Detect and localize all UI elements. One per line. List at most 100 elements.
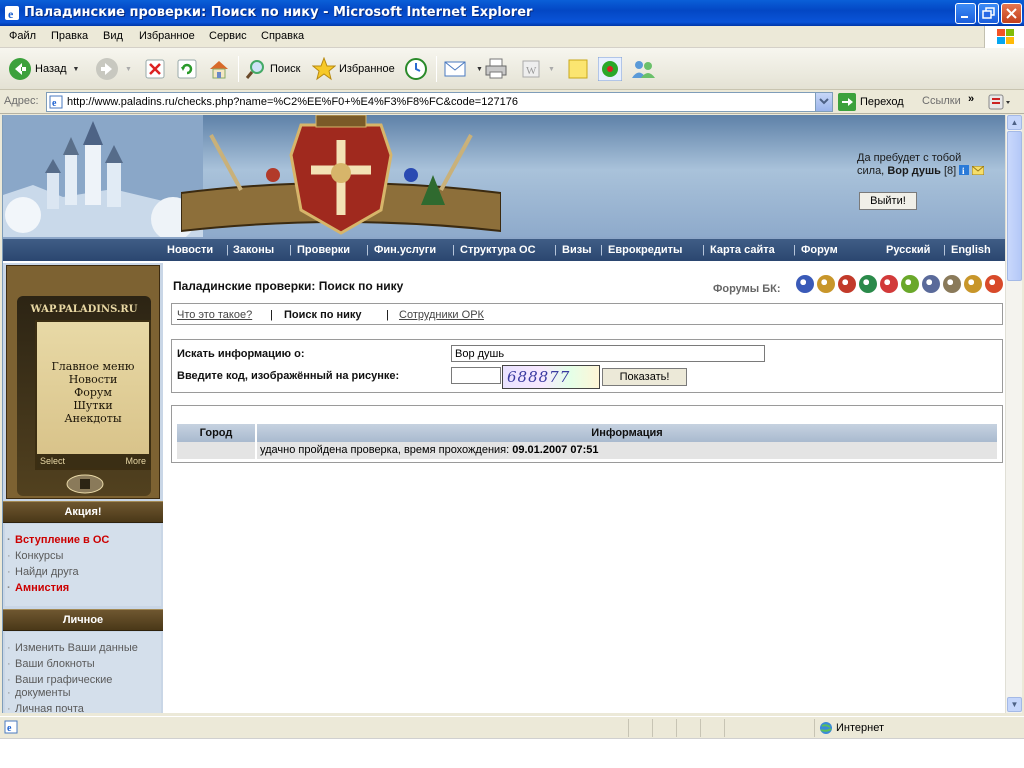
go-button[interactable]: Переход (838, 92, 904, 112)
history-button[interactable] (404, 54, 428, 84)
wap-item: Анекдоты (64, 412, 122, 425)
lang-english[interactable]: English (951, 244, 991, 256)
promo-link-contests[interactable]: Конкурсы (7, 550, 64, 562)
address-url: http://www.paladins.ru/checks.php?name=%… (67, 96, 518, 108)
promo-link-join[interactable]: Вступление в ОС (7, 534, 109, 546)
discuss-button[interactable] (567, 54, 589, 84)
personal-section: Изменить Ваши данные Ваши блокноты Ваши … (5, 632, 161, 713)
forums-bk-label: Форумы БК: (713, 283, 781, 295)
clan-forum-icon[interactable] (859, 275, 877, 293)
greeting: Да пребудет с тобой сила, Вор душь [8] i (857, 152, 985, 178)
menu-file[interactable]: Файл (9, 30, 36, 42)
page-title: Паладинские проверки: Поиск по нику (173, 279, 404, 293)
address-input[interactable]: e http://www.paladins.ru/checks.php?name… (46, 92, 833, 112)
castle-illustration (3, 115, 203, 237)
title-bar: e Паладинские проверки: Поиск по нику - … (0, 0, 1024, 26)
column-header-city: Город (177, 424, 255, 442)
icq-button[interactable] (598, 54, 622, 84)
links-label[interactable]: Ссылки (922, 95, 961, 107)
maximize-button[interactable] (978, 3, 999, 24)
paladin-order-emblem (181, 115, 501, 235)
print-button[interactable] (484, 54, 508, 84)
favorites-button[interactable]: Избранное (312, 54, 395, 84)
close-button[interactable] (1001, 3, 1022, 24)
messenger-button[interactable] (630, 54, 656, 84)
result-info-cell: удачно пройдена проверка, время прохожде… (257, 442, 997, 459)
printer-icon (485, 58, 507, 79)
toolbar-extension-icon[interactable] (988, 93, 1012, 111)
promo-section: Вступление в ОС Конкурсы Найди друга Амн… (5, 524, 161, 606)
nav-news[interactable]: Новости (167, 244, 213, 256)
nick-input[interactable] (451, 345, 765, 362)
address-dropdown-button[interactable] (815, 93, 832, 111)
menu-view[interactable]: Вид (103, 30, 123, 42)
captcha-code-input[interactable] (451, 367, 501, 384)
wap-select-label: Select (40, 456, 66, 466)
nav-laws[interactable]: Законы (233, 244, 274, 256)
back-arrow-icon (9, 58, 31, 80)
stop-icon (145, 59, 165, 79)
menu-favorites[interactable]: Избранное (139, 30, 195, 42)
scroll-up-arrow-icon[interactable]: ▲ (1007, 115, 1022, 130)
wap-phone-banner[interactable]: WAP.PALADINS.RU Главное меню Новости Фор… (6, 265, 160, 499)
nav-finance[interactable]: Фин.услуги (374, 244, 436, 256)
menu-edit[interactable]: Правка (51, 30, 88, 42)
personal-link-edit-data[interactable]: Изменить Ваши данные (7, 642, 138, 654)
scroll-down-arrow-icon[interactable]: ▼ (1007, 697, 1022, 712)
personal-link-graphics[interactable]: Ваши графические (7, 674, 112, 686)
clan-forum-icon[interactable] (880, 275, 898, 293)
minimize-button[interactable] (955, 3, 976, 24)
toolbar: Назад ▼ ▼ Поиск Избранное ▼ W ▼ (0, 48, 1024, 90)
wap-item: Главное меню (51, 360, 135, 373)
nav-structure[interactable]: Структура ОС (460, 244, 536, 256)
promo-link-find-friend[interactable]: Найди друга (7, 566, 79, 578)
clan-forum-icon[interactable] (901, 275, 919, 293)
tab-what-is-this[interactable]: Что это такое? (177, 309, 252, 321)
edit-button[interactable]: W ▼ (522, 54, 555, 84)
chevron-right-icon[interactable]: » (968, 93, 974, 105)
show-button[interactable]: Показать! (602, 368, 687, 386)
stop-button[interactable] (145, 54, 165, 84)
refresh-button[interactable] (177, 54, 197, 84)
promo-link-amnesty[interactable]: Амнистия (7, 582, 69, 594)
nav-forum[interactable]: Форум (801, 244, 838, 256)
go-arrow-icon (838, 93, 856, 111)
vertical-scrollbar[interactable]: ▲ ▼ (1005, 115, 1022, 713)
info-icon[interactable]: i (959, 165, 970, 176)
menu-help[interactable]: Справка (261, 30, 304, 42)
nav-checks[interactable]: Проверки (297, 244, 350, 256)
home-button[interactable] (207, 54, 231, 84)
forward-button[interactable]: ▼ (95, 54, 132, 84)
clan-forum-icon[interactable] (964, 275, 982, 293)
search-button[interactable]: Поиск (245, 54, 300, 84)
scrollbar-thumb[interactable] (1007, 131, 1022, 281)
result-time: 09.01.2007 07:51 (512, 444, 599, 456)
clan-forum-icon[interactable] (922, 275, 940, 293)
personal-link-mail[interactable]: Личная почта (7, 703, 84, 713)
nav-eurocredits[interactable]: Еврокредиты (608, 244, 682, 256)
nav-visas[interactable]: Визы (562, 244, 592, 256)
logout-button[interactable]: Выйти! (859, 192, 917, 210)
status-bar: e Интернет (0, 716, 1024, 738)
wap-item: Новости (68, 373, 118, 386)
chevron-down-icon[interactable]: ▼ (476, 66, 483, 73)
clan-forum-icon[interactable] (838, 275, 856, 293)
search-icon (245, 60, 264, 79)
chevron-down-icon[interactable]: ▼ (73, 66, 80, 73)
clan-forum-icon[interactable] (817, 275, 835, 293)
tab-search-by-nick[interactable]: Поиск по нику (284, 309, 362, 321)
back-button[interactable]: Назад ▼ (8, 54, 79, 84)
clan-forum-icon[interactable] (943, 275, 961, 293)
nav-sitemap[interactable]: Карта сайта (710, 244, 775, 256)
tab-ork-staff[interactable]: Сотрудники ОРК (399, 309, 484, 321)
svg-text:e: e (8, 7, 14, 21)
personal-link-notebooks[interactable]: Ваши блокноты (7, 658, 95, 670)
clan-forum-icon[interactable] (796, 275, 814, 293)
lang-russian[interactable]: Русский (886, 244, 930, 256)
note-icon (568, 59, 588, 79)
mail-button[interactable]: ▼ (444, 54, 483, 84)
menu-tools[interactable]: Сервис (209, 30, 247, 42)
mail-icon[interactable] (971, 165, 985, 176)
personal-link-graphics-cont[interactable]: документы (7, 687, 71, 699)
clan-forum-icon[interactable] (985, 275, 1003, 293)
